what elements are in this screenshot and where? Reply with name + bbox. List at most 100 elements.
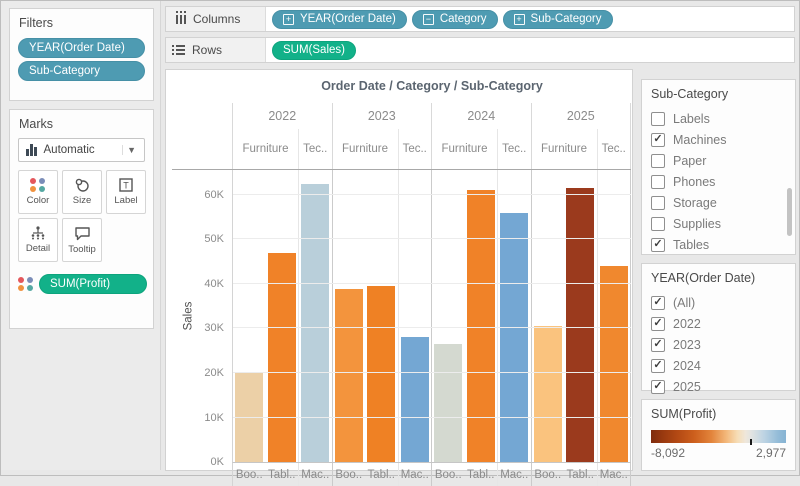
bar-slot [564, 170, 597, 462]
label-button[interactable]: T Label [106, 170, 146, 214]
y-tick-60K: 60K [204, 189, 224, 201]
check-label: Labels [673, 112, 710, 126]
checkbox-checked[interactable]: ✓ [651, 133, 665, 147]
year-item-2022[interactable]: ✓2022 [651, 313, 795, 334]
color-button-label: Color [27, 195, 50, 206]
bar-2022-Tabl[interactable] [268, 253, 296, 462]
category-headers-2023: FurnitureTec.. [333, 129, 433, 169]
marks-card: Marks Automatic ▼ Color Size [9, 109, 154, 329]
checkbox-unchecked[interactable] [651, 196, 665, 210]
bar-panes [233, 170, 631, 462]
shelf-pill-sum-sales-[interactable]: SUM(Sales) [272, 41, 356, 60]
mark-type-dropdown[interactable]: Automatic ▼ [18, 138, 145, 162]
subcategory-item-machines[interactable]: ✓Machines [651, 129, 795, 150]
year-item-2025[interactable]: ✓2025 [651, 376, 795, 397]
year-check-list: ✓(All)✓2022✓2023✓2024✓2025 [642, 290, 795, 397]
left-sidebar: Filters YEAR(Order Date) Sub-Category Ma… [1, 1, 161, 470]
y-tick-10K: 10K [204, 412, 224, 424]
checkbox-checked[interactable]: ✓ [651, 317, 665, 331]
subcategory-item-paper[interactable]: Paper [651, 150, 795, 171]
subcategory-item-tables[interactable]: ✓Tables [651, 234, 795, 255]
category-headers-2025: FurnitureTec.. [532, 129, 632, 169]
checkbox-checked[interactable]: ✓ [651, 238, 665, 252]
bar-2024-Tabl[interactable] [467, 190, 495, 462]
checkbox-unchecked[interactable] [651, 154, 665, 168]
year-header-2023: 2023 [333, 103, 433, 129]
bar-2023-Boo[interactable] [335, 289, 363, 462]
checkbox-unchecked[interactable] [651, 112, 665, 126]
shelf-pill-sub-category[interactable]: + Sub-Category [503, 10, 613, 29]
subcategory-item-storage[interactable]: Storage [651, 192, 795, 213]
filters-card: Filters YEAR(Order Date) Sub-Category [9, 8, 154, 101]
right-panel: Sub-Category Labels✓MachinesPaperPhonesS… [637, 69, 800, 471]
profit-color-gradient[interactable] [651, 430, 786, 443]
columns-shelf: Columns +YEAR(Order Date)−Category+Sub-C… [165, 6, 795, 32]
checkbox-checked[interactable]: ✓ [651, 380, 665, 394]
pill-label: Sub-Category [531, 13, 602, 25]
bar-2023-Tabl[interactable] [367, 286, 395, 462]
x-label-pane: Mac.. [399, 463, 432, 486]
pane-2024-technology [498, 170, 531, 462]
subcategory-item-supplies[interactable]: Supplies [651, 213, 795, 234]
year-item-2023[interactable]: ✓2023 [651, 334, 795, 355]
tooltip-button[interactable]: Tooltip [62, 218, 102, 262]
x-label-2024-Tabl: Tabl.. [465, 463, 498, 486]
bar-2024-Mac[interactable] [500, 213, 528, 462]
collapse-icon[interactable]: − [423, 14, 434, 25]
bar-2023-Mac[interactable] [401, 337, 429, 462]
bar-slot [266, 170, 299, 462]
expand-icon[interactable]: + [514, 14, 525, 25]
bar-2025-Mac[interactable] [600, 266, 628, 462]
bar-slot [598, 170, 631, 462]
expand-icon[interactable]: + [283, 14, 294, 25]
detail-button[interactable]: Detail [18, 218, 58, 262]
year-pane-2025 [532, 170, 632, 462]
gridline-40K [233, 283, 631, 284]
year-pane-2022 [233, 170, 333, 462]
filter-pill-sub-category[interactable]: Sub-Category [18, 61, 145, 81]
rows-shelf-label: Rows [166, 38, 266, 62]
shelf-pill-year-order-date-[interactable]: +YEAR(Order Date) [272, 10, 407, 29]
checkbox-checked[interactable]: ✓ [651, 359, 665, 373]
gridline-60K [233, 194, 631, 195]
checkbox-checked[interactable]: ✓ [651, 296, 665, 310]
bar-2025-Tabl[interactable] [566, 188, 594, 462]
bar-2022-Mac[interactable] [301, 184, 329, 462]
x-label-pane: Boo..Tabl.. [233, 463, 299, 486]
bar-2025-Boo[interactable] [534, 326, 562, 462]
bar-slot [465, 170, 498, 462]
scrollbar[interactable] [787, 188, 792, 236]
bar-slot [333, 170, 366, 462]
subcategory-item-phones[interactable]: Phones [651, 171, 795, 192]
filter-pill-year-order-date[interactable]: YEAR(Order Date) [18, 38, 145, 58]
chart-card: Order Date / Category / Sub-Category 202… [165, 69, 633, 471]
checkbox-checked[interactable]: ✓ [651, 338, 665, 352]
year-item--all-[interactable]: ✓(All) [651, 292, 795, 313]
shelf-pill-category[interactable]: −Category [412, 10, 498, 29]
bar-2024-Boo[interactable] [434, 344, 462, 462]
chevron-down-icon[interactable]: ▼ [122, 145, 140, 155]
rows-shelf: Rows SUM(Sales) [165, 37, 795, 63]
rows-pills: SUM(Sales) [266, 41, 356, 60]
year-header-2025: 2025 [532, 103, 632, 129]
profit-gradient-labels: -8,092 2,977 [651, 446, 786, 460]
pane-2022-furniture [233, 170, 299, 462]
plot-area [232, 170, 631, 462]
chart-title: Order Date / Category / Sub-Category [232, 79, 632, 93]
checkbox-unchecked[interactable] [651, 175, 665, 189]
sum-profit-pill[interactable]: SUM(Profit) [39, 274, 147, 294]
year-item-2024[interactable]: ✓2024 [651, 355, 795, 376]
category-header-furniture: Furniture [432, 129, 498, 169]
marks-buttons: Color Size T Label [18, 170, 148, 262]
subcategory-filter-title: Sub-Category [642, 80, 795, 106]
size-button[interactable]: Size [62, 170, 102, 214]
year-header-2024: 2024 [432, 103, 532, 129]
subcategory-item-labels[interactable]: Labels [651, 108, 795, 129]
checkbox-unchecked[interactable] [651, 217, 665, 231]
color-button[interactable]: Color [18, 170, 58, 214]
x-label-2025-Mac: Mac.. [598, 463, 631, 486]
check-label: Supplies [673, 217, 721, 231]
x-label-2024-Mac: Mac.. [498, 463, 531, 486]
bar-slot [399, 170, 432, 462]
subcategory-filter-card: Sub-Category Labels✓MachinesPaperPhonesS… [641, 79, 796, 255]
